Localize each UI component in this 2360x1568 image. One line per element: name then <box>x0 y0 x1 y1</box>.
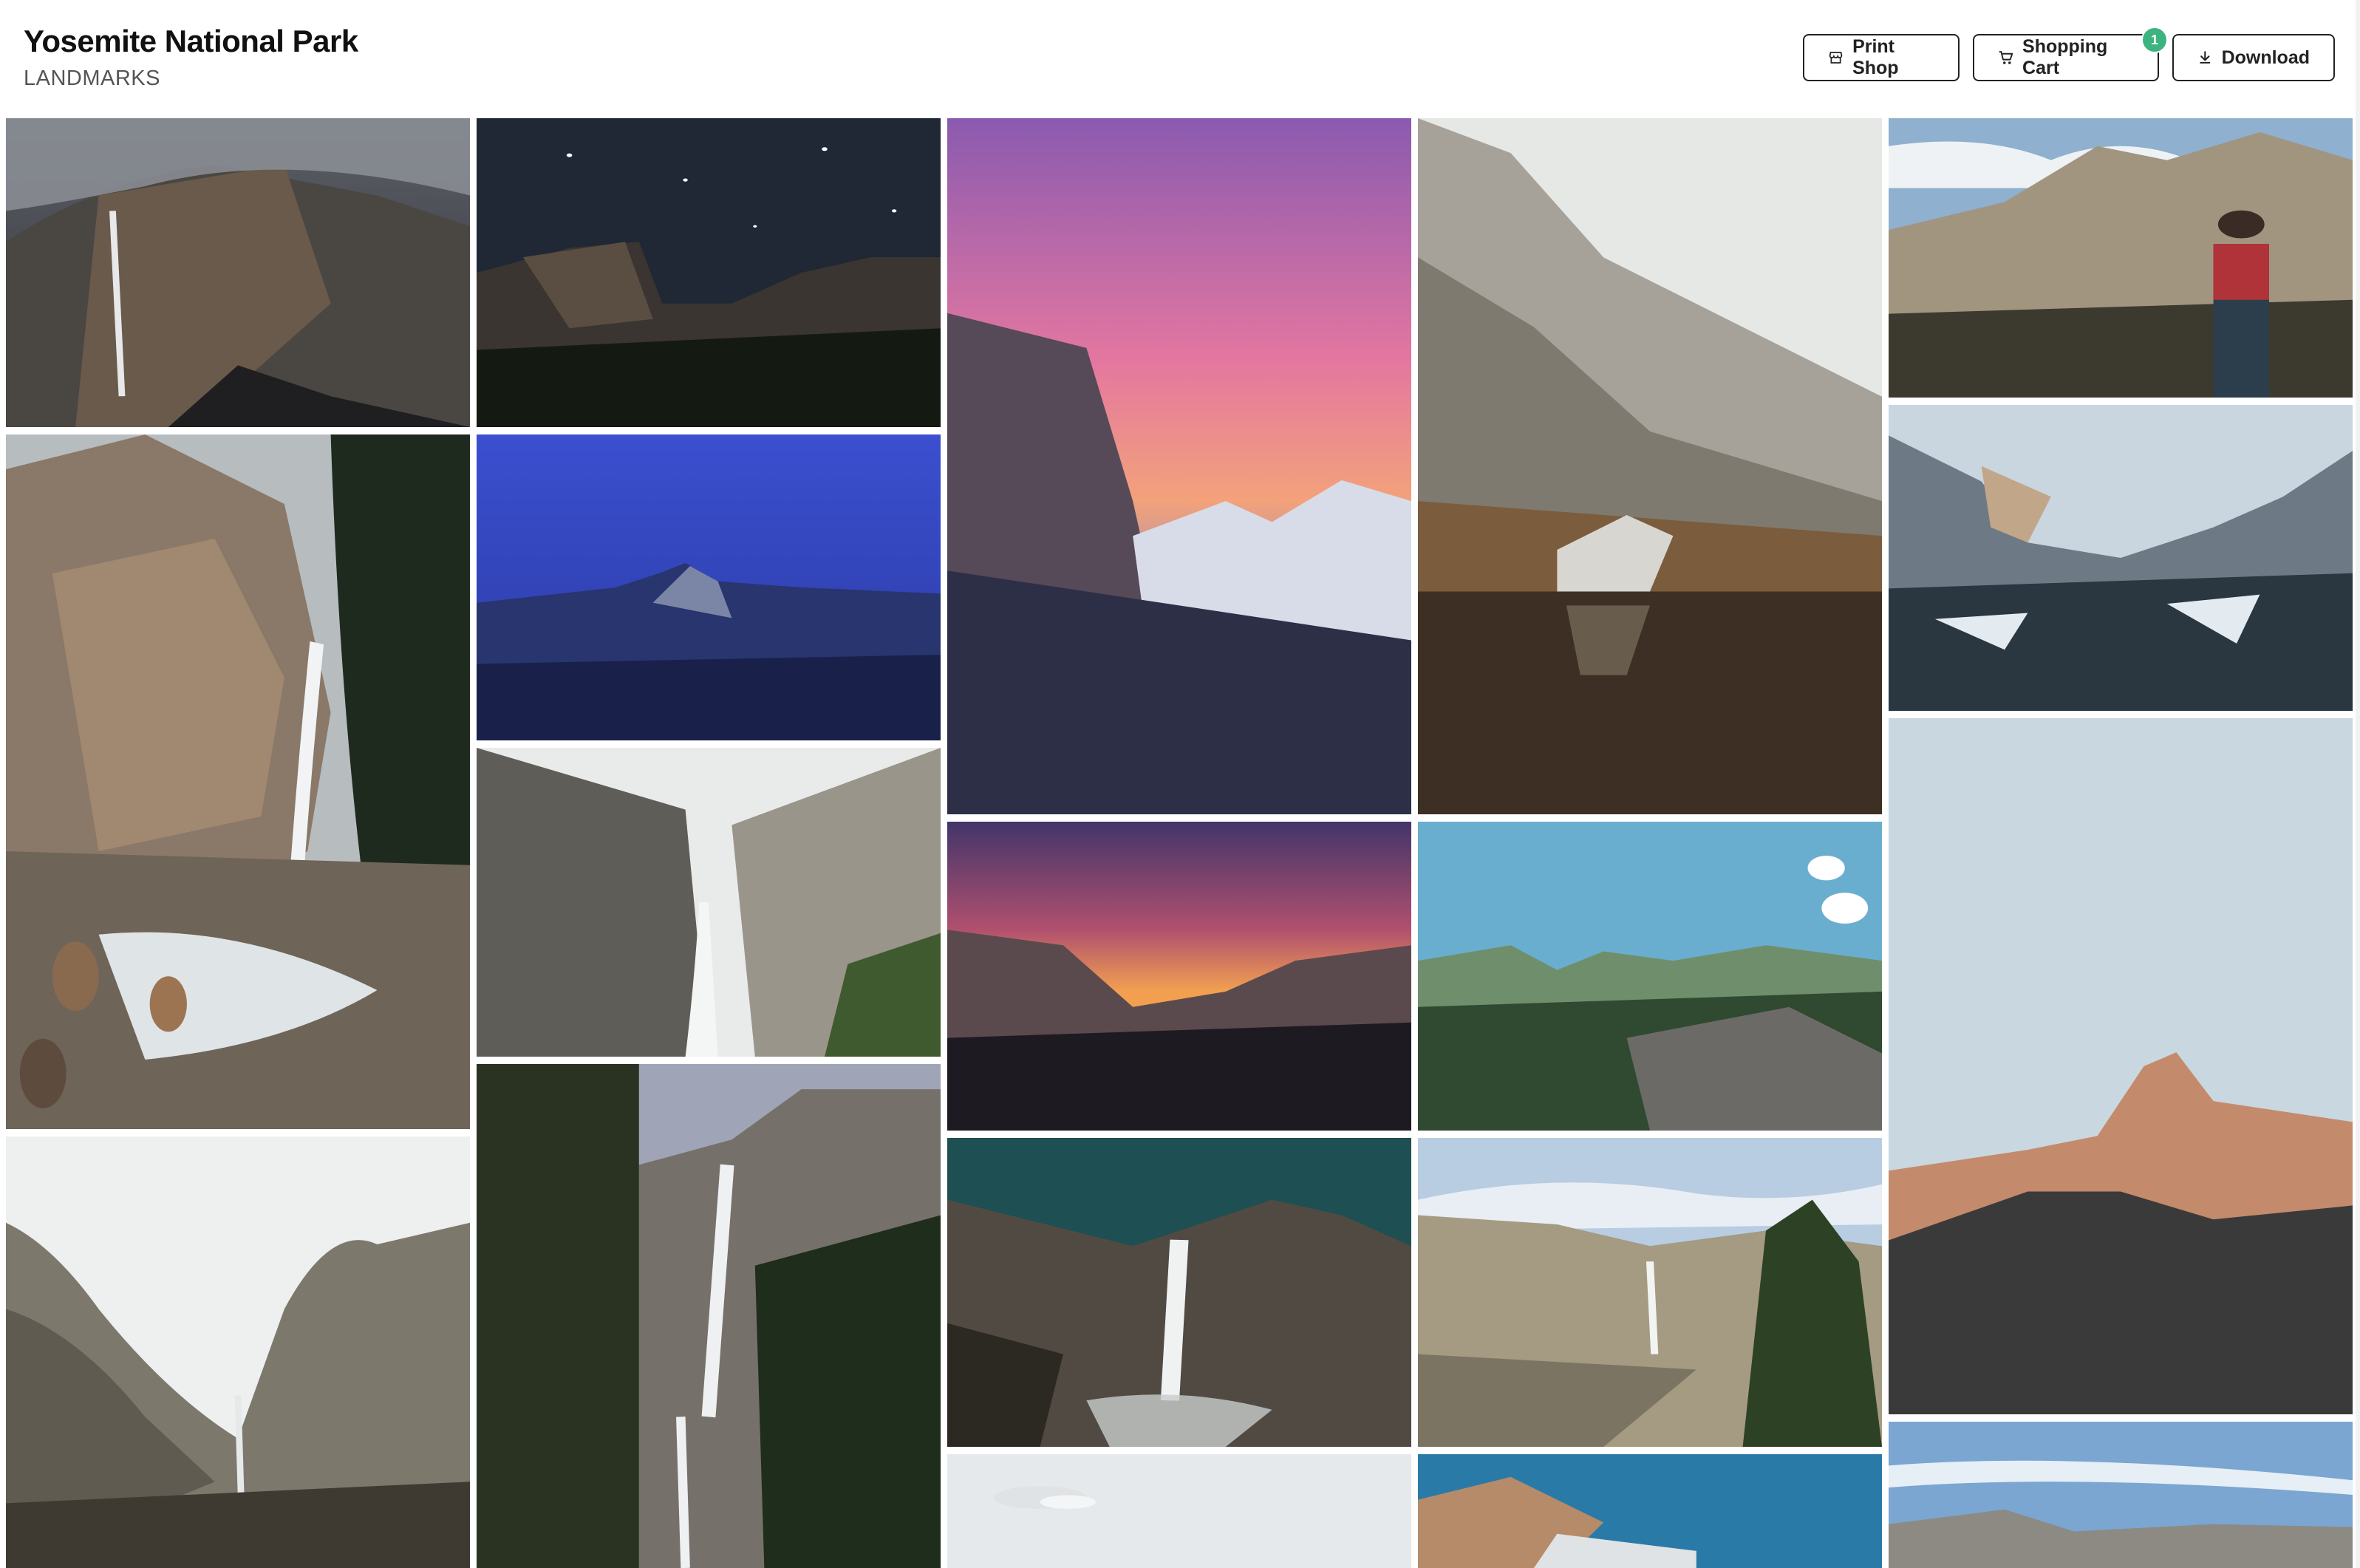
photo-tile[interactable] <box>1889 405 2353 711</box>
photo-image <box>477 748 941 1057</box>
photo-tile[interactable] <box>477 118 941 427</box>
photo-tile[interactable] <box>1418 1138 1882 1447</box>
photo-image <box>1889 718 2353 1414</box>
photo-tile[interactable] <box>1418 822 1882 1131</box>
photo-tile[interactable] <box>1418 118 1882 814</box>
photo-image <box>477 1064 941 1568</box>
photo-image <box>1889 405 2353 711</box>
photo-image <box>947 118 1411 814</box>
photo-tile[interactable] <box>947 1454 1411 1568</box>
photo-image <box>947 1454 1411 1568</box>
photo-tile[interactable] <box>1889 718 2353 1414</box>
photo-tile[interactable] <box>477 434 941 740</box>
photo-image <box>1418 822 1882 1131</box>
photo-tile[interactable] <box>947 1138 1411 1447</box>
photo-tile[interactable] <box>1889 1422 2353 1568</box>
photo-tile[interactable] <box>947 822 1411 1131</box>
photo-gallery <box>0 0 2360 1568</box>
photo-image <box>1889 118 2353 398</box>
photo-tile[interactable] <box>6 1136 470 1568</box>
photo-tile[interactable] <box>947 118 1411 814</box>
photo-image <box>947 822 1411 1131</box>
photo-tile[interactable] <box>477 1064 941 1568</box>
photo-tile[interactable] <box>1418 1454 1882 1568</box>
photo-image <box>1418 118 1882 814</box>
photo-image <box>6 118 470 427</box>
photo-image <box>1418 1138 1882 1447</box>
photo-image <box>477 434 941 740</box>
scrollbar[interactable] <box>2356 0 2360 1568</box>
photo-tile[interactable] <box>1889 118 2353 398</box>
photo-image <box>6 434 470 1129</box>
photo-tile[interactable] <box>477 748 941 1057</box>
photo-image <box>1889 1422 2353 1568</box>
photo-tile[interactable] <box>6 434 470 1129</box>
photo-image <box>1418 1454 1882 1568</box>
photo-image <box>947 1138 1411 1447</box>
photo-image <box>6 1136 470 1568</box>
photo-tile[interactable] <box>6 118 470 427</box>
photo-image <box>477 118 941 427</box>
